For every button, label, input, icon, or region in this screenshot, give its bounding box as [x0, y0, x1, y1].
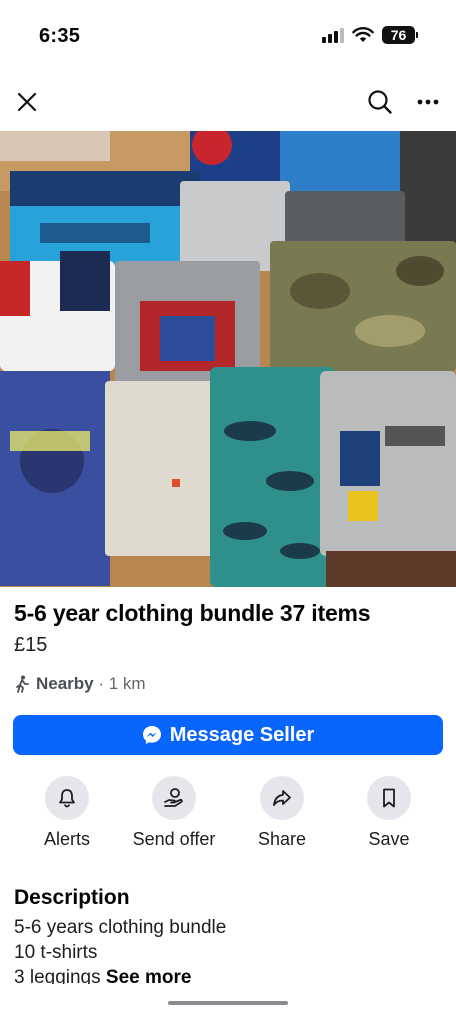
- description-line-text: 3 leggings: [14, 967, 101, 984]
- offer-hand-icon: [164, 788, 183, 807]
- description-heading: Description: [14, 886, 130, 909]
- location-distance: · 1 km: [93, 674, 146, 693]
- listing-photo[interactable]: [0, 131, 456, 587]
- alerts-label: Alerts: [43, 829, 90, 849]
- more-horizontal-icon: [417, 99, 439, 105]
- send-offer-label: Send offer: [132, 829, 216, 849]
- see-more-link[interactable]: See more: [106, 967, 192, 984]
- message-seller-label: Message Seller: [169, 723, 315, 746]
- share-arrow-icon: [273, 790, 291, 806]
- battery-icon: 76: [382, 26, 418, 44]
- description-section: Description 5-6 years clothing bundle 10…: [14, 886, 442, 984]
- description-line: 10 t-shirts: [14, 942, 98, 963]
- wifi-icon: [352, 27, 374, 43]
- message-seller-button[interactable]: Message Seller: [13, 715, 443, 755]
- close-icon: [17, 92, 37, 112]
- action-row: Alerts Send offer Share Save: [0, 776, 456, 856]
- signal-icon: [322, 27, 344, 43]
- battery-level: 76: [382, 26, 415, 44]
- status-bar: 6:35 76: [0, 0, 456, 70]
- status-time: 6:35: [39, 25, 81, 47]
- save-button[interactable]: Save: [334, 776, 444, 850]
- send-offer-button[interactable]: Send offer: [119, 776, 229, 850]
- alerts-button[interactable]: Alerts: [12, 776, 122, 850]
- home-indicator[interactable]: [168, 1001, 288, 1005]
- location-label: Nearby: [36, 674, 94, 693]
- status-icons: 76: [322, 26, 418, 44]
- walking-person-icon: [16, 675, 29, 693]
- search-button[interactable]: [366, 88, 394, 116]
- search-icon: [368, 90, 392, 114]
- clothing-photo-illustration: [0, 131, 456, 587]
- save-label: Save: [368, 829, 410, 849]
- listing-title: 5-6 year clothing bundle 37 items: [14, 600, 371, 626]
- description-line: 3 leggings See more: [14, 965, 442, 984]
- share-button[interactable]: Share: [227, 776, 337, 850]
- listing-location[interactable]: Nearby · 1 km: [14, 674, 146, 694]
- more-options-button[interactable]: [414, 88, 442, 116]
- share-label: Share: [257, 829, 307, 849]
- messenger-icon: [142, 726, 161, 744]
- bell-icon: [59, 789, 75, 808]
- close-button[interactable]: [13, 88, 41, 116]
- top-nav: [0, 80, 456, 124]
- description-line: 5-6 years clothing bundle: [14, 917, 227, 938]
- listing-price: £15: [14, 634, 48, 656]
- bookmark-icon: [383, 788, 395, 808]
